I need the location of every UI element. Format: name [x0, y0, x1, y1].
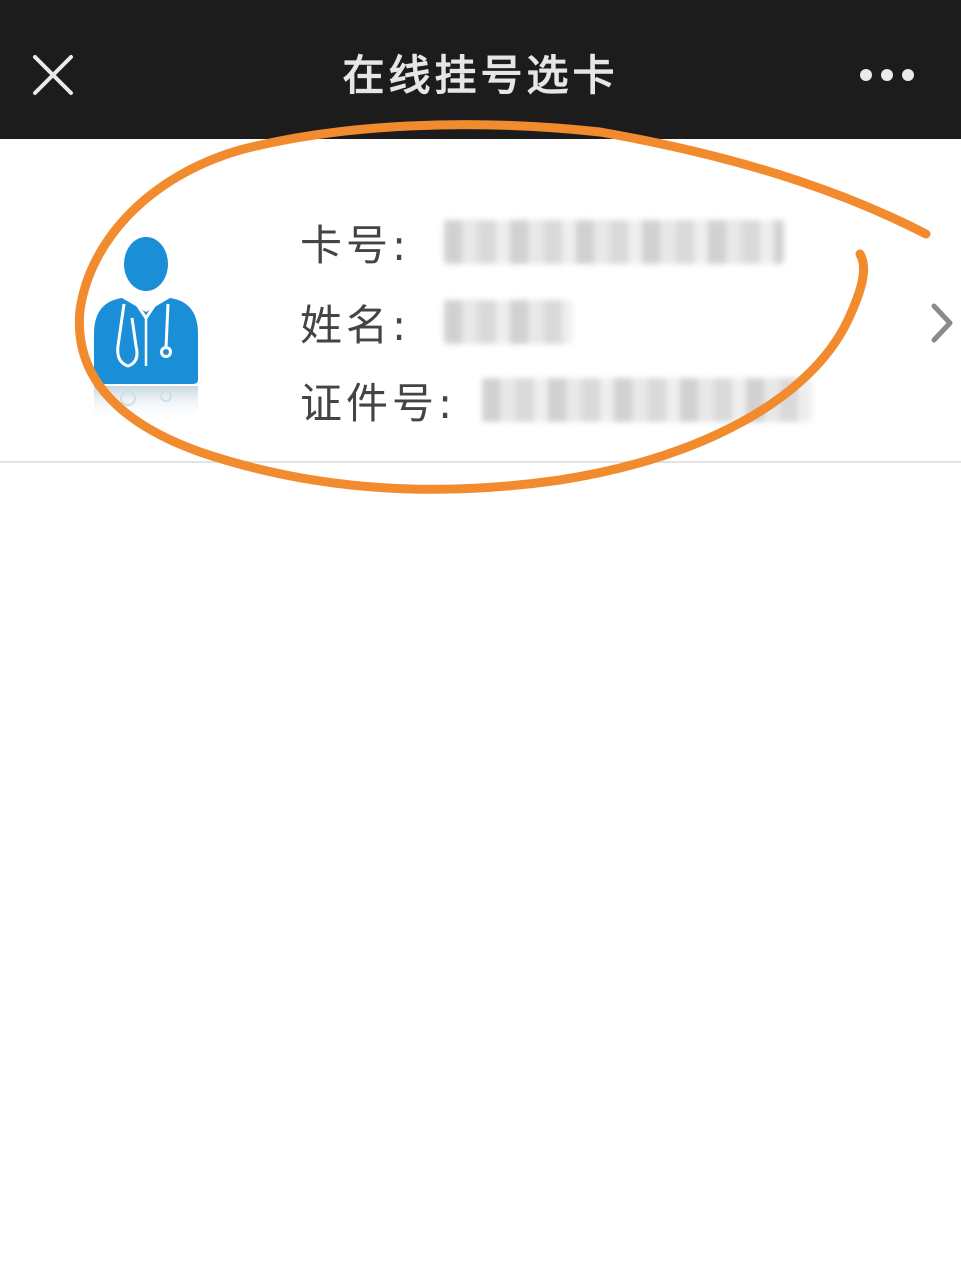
id-number-value-redacted [482, 378, 813, 422]
list-divider [0, 461, 961, 463]
id-number-label: 证件号: [300, 378, 457, 428]
page-title: 在线挂号选卡 [342, 51, 619, 100]
id-number-row: 证件号: [300, 370, 813, 430]
name-value-redacted [444, 300, 573, 344]
more-dots-icon[interactable] [852, 60, 922, 90]
nav-bar: 在线挂号选卡 [0, 0, 961, 139]
card-number-row: 卡号: [300, 212, 785, 272]
name-label: 姓名: [300, 300, 411, 350]
chevron-right-icon[interactable] [926, 300, 956, 346]
name-row: 姓名: [300, 292, 573, 352]
card-number-label: 卡号: [300, 220, 411, 270]
card-number-value-redacted [444, 220, 785, 264]
doctor-avatar-icon [88, 228, 208, 428]
